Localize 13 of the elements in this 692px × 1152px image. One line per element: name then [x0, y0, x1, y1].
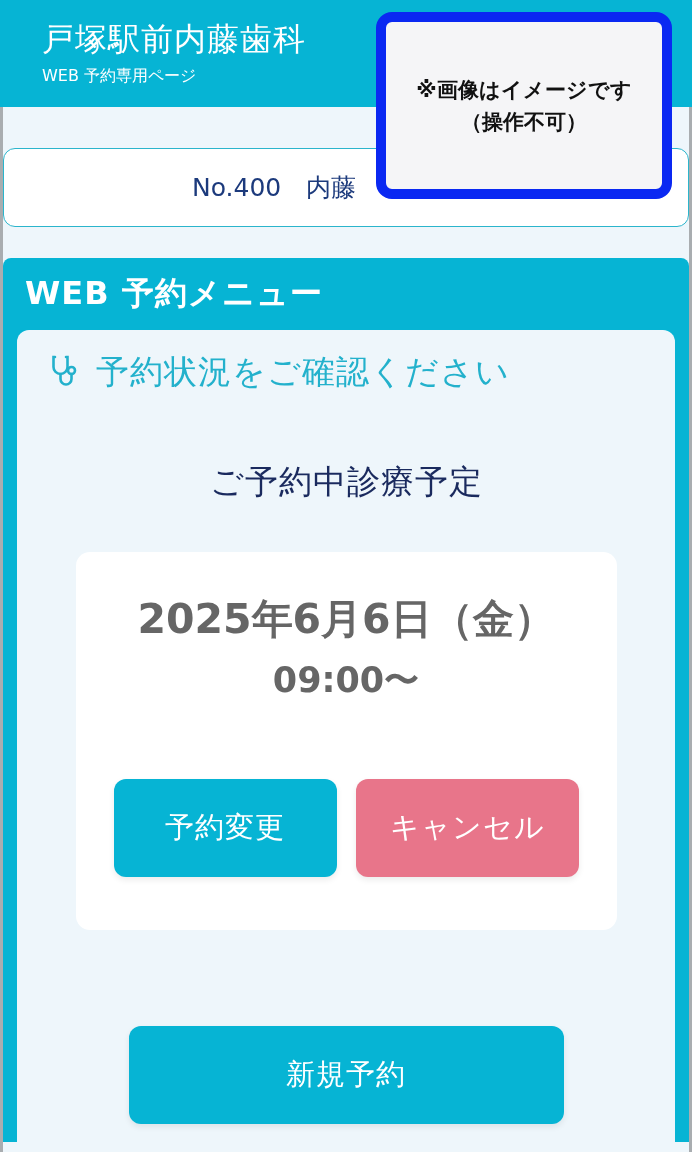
notice-text: ※画像はイメージです （操作不可）: [416, 76, 632, 136]
patient-number-name: No.400 内藤: [192, 172, 357, 204]
new-reservation-button[interactable]: 新規予約: [128, 1026, 564, 1124]
page-subtitle: WEB 予約専用ページ: [42, 65, 196, 87]
change-reservation-button[interactable]: 予約変更: [113, 779, 337, 877]
cancel-button[interactable]: キャンセル: [355, 779, 579, 877]
appointment-time: 09:00〜: [272, 659, 420, 702]
section-title: ご予約中診療予定: [209, 462, 483, 502]
clinic-title: 戸塚駅前内藤歯科: [42, 19, 306, 59]
menu-title: WEB 予約メニュー: [25, 273, 323, 313]
stethoscope-icon: [51, 355, 79, 389]
status-heading: 予約状況をご確認ください: [96, 352, 510, 392]
appointment-date: 2025年6月6日（金）: [137, 594, 555, 644]
